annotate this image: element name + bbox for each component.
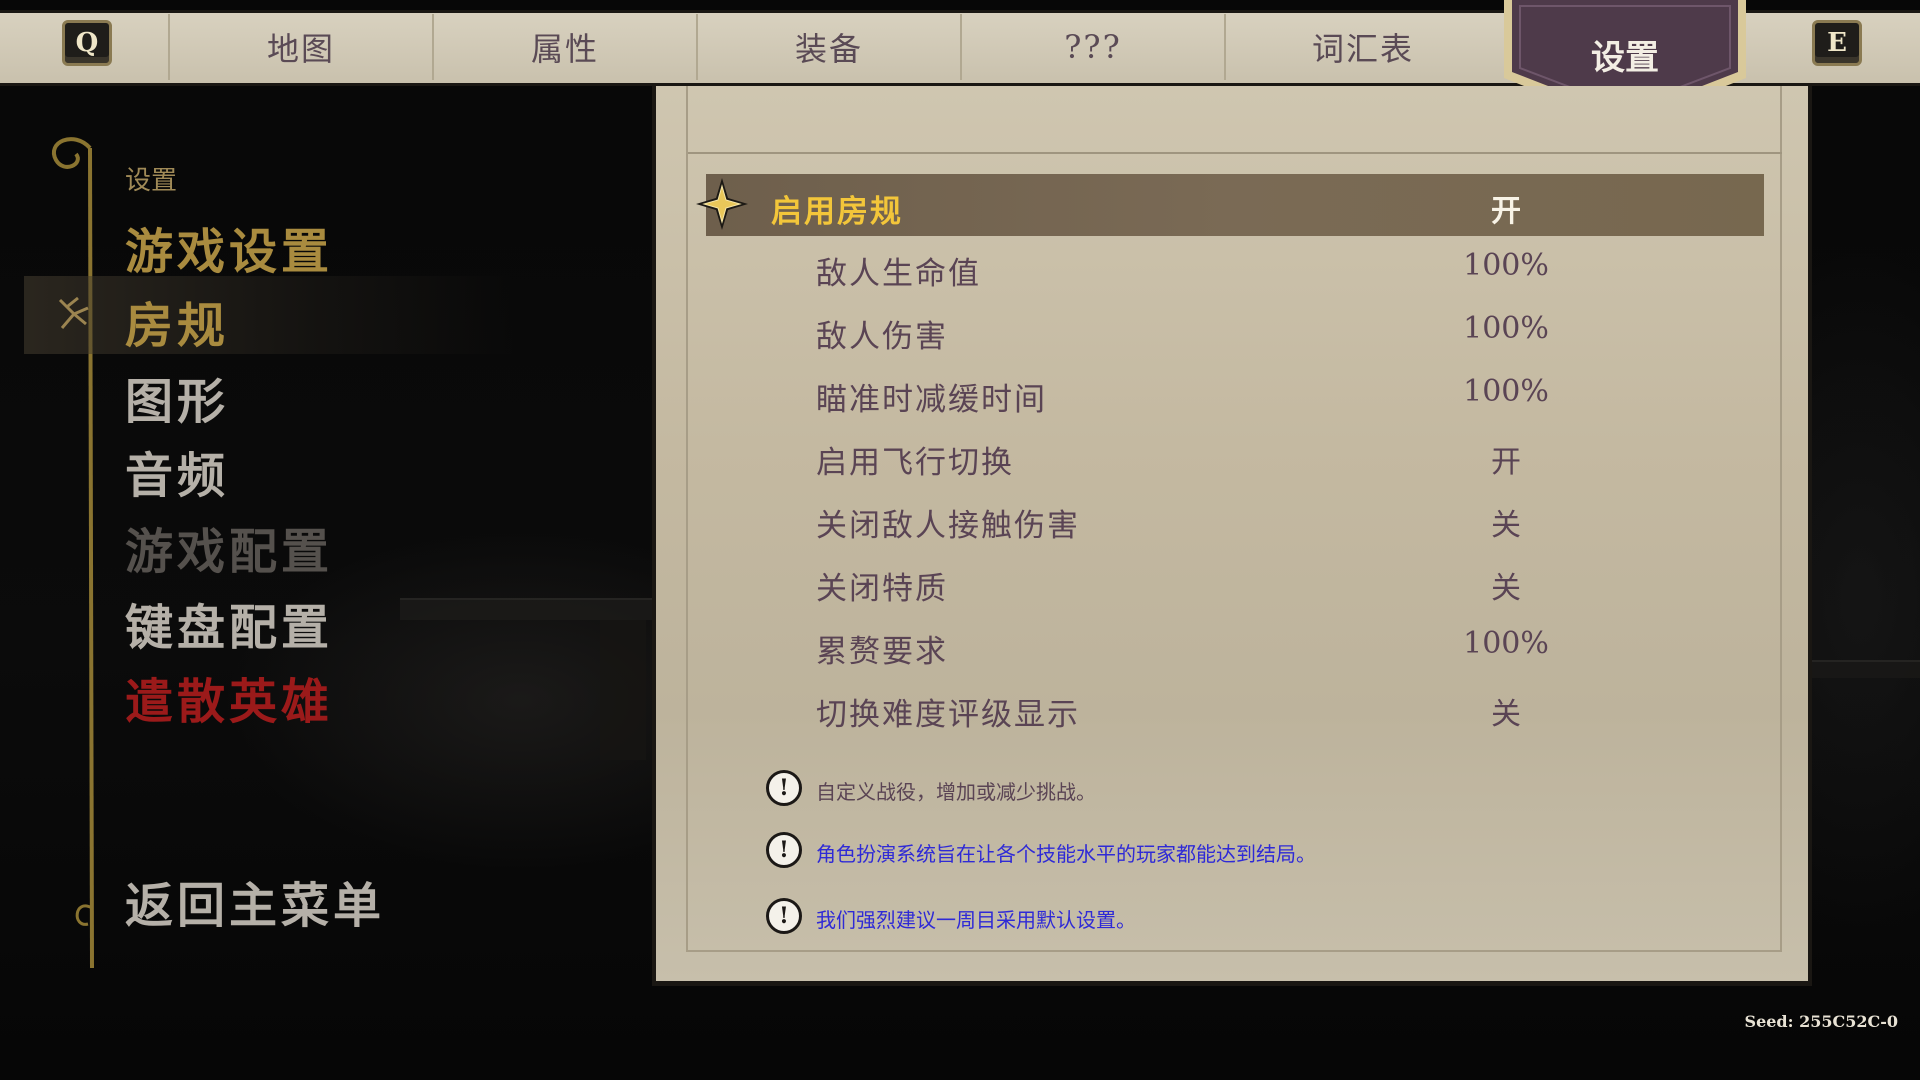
info-exclamation-icon: ! [766,770,802,806]
tab-settings-label: 设置 [1591,38,1659,78]
setting-label-encumbrance[interactable]: 累赘要求 [816,626,948,671]
menu-item-dismiss-hero[interactable]: 遣散英雄 [125,662,333,732]
info-exclamation-icon: ! [766,898,802,934]
setting-label-enable-house-rules[interactable]: 启用房规 [771,186,903,231]
setting-value-enemy-damage[interactable]: 100% [1436,311,1576,346]
tab-equipment[interactable]: 装备 [696,14,960,80]
vine-ornament-icon [52,137,94,969]
menu-item-game-settings[interactable]: 游戏设置 [125,212,333,282]
setting-value-encumbrance[interactable]: 100% [1436,626,1576,661]
tab-map[interactable]: 地图 [168,14,432,80]
setting-label-disable-contact-damage[interactable]: 关闭敌人接触伤害 [816,500,1080,545]
setting-label-flight-toggle[interactable]: 启用飞行切换 [816,437,1014,482]
setting-label-enemy-health[interactable]: 敌人生命值 [816,248,981,293]
seed-label: Seed: 255C52C-0 [1744,1012,1898,1031]
settings-panel: 启用房规 开 敌人生命值 100% 敌人伤害 100% 瞄准时减缓时间 100%… [652,86,1812,986]
menu-item-return-main-menu[interactable]: 返回主菜单 [125,866,385,936]
menu-item-house-rules[interactable]: 房规 [125,286,229,356]
background-ledge [400,598,660,620]
tab-attributes[interactable]: 属性 [432,14,696,80]
background-ledge [1800,660,1920,678]
menu-item-audio[interactable]: 音频 [125,436,229,506]
tab-glossary[interactable]: 词汇表 [1224,14,1500,80]
menu-item-keyboard-config[interactable]: 键盘配置 [125,588,333,658]
setting-label-aim-slow-time[interactable]: 瞄准时减缓时间 [816,374,1047,419]
menu-selection-highlight [24,276,514,354]
setting-value-flight-toggle[interactable]: 开 [1436,437,1576,481]
setting-value-enemy-health[interactable]: 100% [1436,248,1576,283]
setting-value-disable-contact-damage[interactable]: 关 [1436,500,1576,544]
setting-value-difficulty-rating[interactable]: 关 [1436,689,1576,733]
prev-tab-key-button[interactable]: Q [62,20,112,66]
setting-label-enemy-damage[interactable]: 敌人伤害 [816,311,948,356]
selected-star-icon [696,178,748,230]
info-note-text: 我们强烈建议一周目采用默认设置。 [816,908,1136,932]
info-note-text: 自定义战役，增加或减少挑战。 [816,780,1096,804]
selection-sprite-icon [58,296,89,329]
info-note-text: 角色扮演系统旨在让各个技能水平的玩家都能达到结局。 [816,842,1316,866]
menu-item-gamepad-config[interactable]: 游戏配置 [125,512,333,582]
next-tab-key-button[interactable]: E [1812,20,1862,66]
menu-section-header: 设置 [125,166,178,196]
setting-value-disable-traits[interactable]: 关 [1436,563,1576,607]
setting-label-disable-traits[interactable]: 关闭特质 [816,563,948,608]
panel-divider [688,152,1782,154]
info-exclamation-icon: ! [766,832,802,868]
background-pillar [600,620,646,760]
setting-label-difficulty-rating[interactable]: 切换难度评级显示 [816,689,1080,734]
setting-value-aim-slow-time[interactable]: 100% [1436,374,1576,409]
setting-value-enable-house-rules[interactable]: 开 [1436,186,1576,230]
menu-item-graphics[interactable]: 图形 [125,362,229,432]
tab-unknown[interactable]: ??? [960,14,1224,80]
